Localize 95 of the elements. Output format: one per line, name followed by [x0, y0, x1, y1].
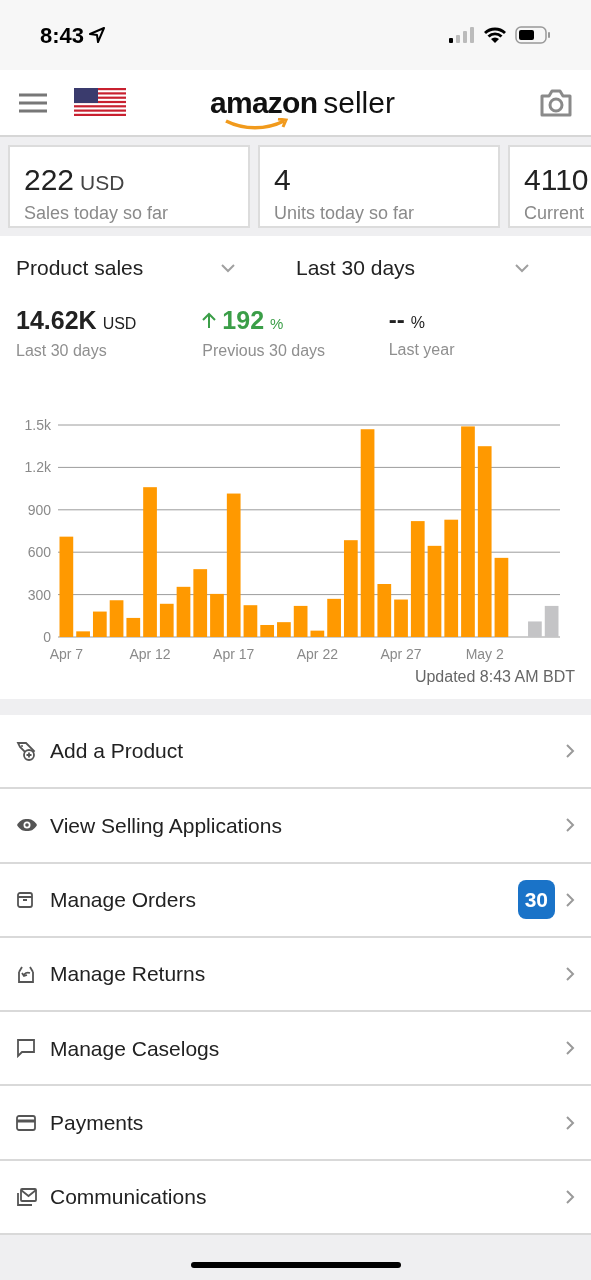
- eye-icon: [16, 818, 38, 833]
- bar: [310, 630, 325, 637]
- box-icon: [16, 890, 34, 909]
- y-axis-label: 600: [27, 544, 51, 561]
- menu-item[interactable]: Payments: [0, 1086, 591, 1161]
- menu-item[interactable]: Add a Product: [0, 715, 591, 790]
- bar: [327, 598, 341, 637]
- bar: [159, 603, 174, 637]
- menu-item[interactable]: Manage Caselogs: [0, 1012, 591, 1087]
- x-axis-label: Apr 12: [129, 646, 171, 662]
- x-axis-label: Apr 17: [213, 646, 255, 662]
- menu-item[interactable]: View Selling Applications: [0, 789, 591, 864]
- menu-item[interactable]: Manage Returns: [0, 937, 591, 1013]
- menu-item-label: Manage Caselogs: [50, 1035, 221, 1062]
- updated-time: Updated 8:43 AM BDT: [414, 667, 575, 687]
- metric-label: Previous 30 days: [202, 341, 327, 361]
- y-axis-label: 300: [27, 586, 51, 603]
- summary-card[interactable]: 4 Units today so far: [258, 145, 500, 228]
- bar: [109, 600, 124, 637]
- bar: [544, 605, 559, 637]
- bar: [193, 569, 208, 637]
- menu-item-label: Payments: [50, 1109, 145, 1136]
- chevron-down-icon: [514, 262, 530, 273]
- metric-value: 192: [222, 304, 265, 336]
- bar: [260, 625, 275, 637]
- return-box-icon: [16, 964, 36, 985]
- menu-item[interactable]: Manage Orders 30: [0, 863, 591, 938]
- chevron-right-icon: [565, 1188, 575, 1205]
- logo-subtitle: seller: [323, 87, 395, 118]
- chevron-right-icon: [565, 1040, 575, 1057]
- location-arrow-icon: [88, 26, 107, 44]
- chevron-right-icon: [565, 1114, 575, 1131]
- summary-label: Current: [524, 202, 586, 225]
- menu-item-label: Add a Product: [50, 738, 185, 765]
- summary-value: 4: [274, 162, 291, 198]
- chevron-down-icon: [220, 262, 236, 273]
- metric-unit: %: [270, 313, 284, 334]
- smile-arrow-icon: [224, 117, 291, 132]
- logo-wordmark: amazon: [210, 87, 318, 118]
- status-time: 8:43: [40, 21, 85, 50]
- y-axis-label: 0: [43, 629, 51, 645]
- chevron-right-icon: [565, 966, 575, 983]
- metric-unit: %: [410, 312, 425, 333]
- battery-icon: [515, 26, 551, 44]
- metric-value: --: [388, 304, 405, 335]
- signal-icon: [449, 27, 475, 43]
- bar: [528, 621, 542, 637]
- bar: [176, 586, 191, 637]
- menu-item-label: Manage Returns: [50, 961, 207, 988]
- bar: [210, 593, 224, 637]
- chevron-right-icon: [565, 891, 575, 908]
- dropdown-select[interactable]: Product sales: [16, 252, 296, 284]
- y-axis-label: 1.5k: [24, 417, 51, 433]
- bar: [377, 584, 392, 637]
- chat-icon: [16, 1038, 36, 1059]
- bar: [92, 611, 107, 637]
- menu-item-label: View Selling Applications: [50, 812, 283, 839]
- summary-unit: USD: [80, 170, 125, 196]
- card-icon: [16, 1114, 36, 1131]
- metric-label: Last 30 days: [16, 341, 108, 361]
- wifi-icon: [483, 26, 507, 44]
- x-axis-label: Apr 7: [49, 646, 84, 662]
- bar: [126, 617, 141, 637]
- metric-value: 14.62K: [16, 304, 97, 336]
- summary-label: Sales today so far: [24, 202, 170, 225]
- chevron-right-icon: [565, 743, 575, 760]
- summary-value: 4110: [524, 162, 589, 198]
- x-axis-label: May 2: [465, 646, 504, 662]
- dropdown-select[interactable]: Last 30 days: [296, 252, 575, 284]
- bar: [394, 599, 408, 637]
- chevron-right-icon: [565, 817, 575, 834]
- menu-icon[interactable]: [18, 91, 48, 114]
- metric-label: Last year: [388, 339, 456, 360]
- bar: [76, 631, 90, 637]
- bar: [243, 605, 258, 637]
- summary-label: Units today so far: [274, 202, 416, 225]
- x-axis-label: Apr 27: [380, 646, 422, 662]
- flag-icon[interactable]: [74, 87, 126, 118]
- summary-card[interactable]: 222 USD Sales today so far: [8, 145, 250, 228]
- menu-item-label: Communications: [50, 1184, 208, 1211]
- summary-card[interactable]: 4110 Current: [508, 145, 591, 228]
- camera-icon[interactable]: [539, 87, 573, 118]
- up-arrow-icon: [202, 311, 217, 329]
- menu-item-label: Manage Orders: [50, 887, 197, 913]
- count-badge: 30: [517, 880, 555, 920]
- x-axis-label: Apr 22: [296, 646, 338, 662]
- bar: [277, 622, 291, 637]
- y-axis-label: 1.2k: [24, 459, 51, 476]
- menu-item[interactable]: Communications: [0, 1160, 591, 1236]
- mail-icon: [16, 1186, 38, 1207]
- bar: [293, 605, 308, 637]
- y-axis-label: 900: [27, 501, 51, 518]
- metric-unit: USD: [102, 313, 137, 334]
- tag-icon: [16, 740, 38, 763]
- summary-value: 222: [24, 162, 75, 198]
